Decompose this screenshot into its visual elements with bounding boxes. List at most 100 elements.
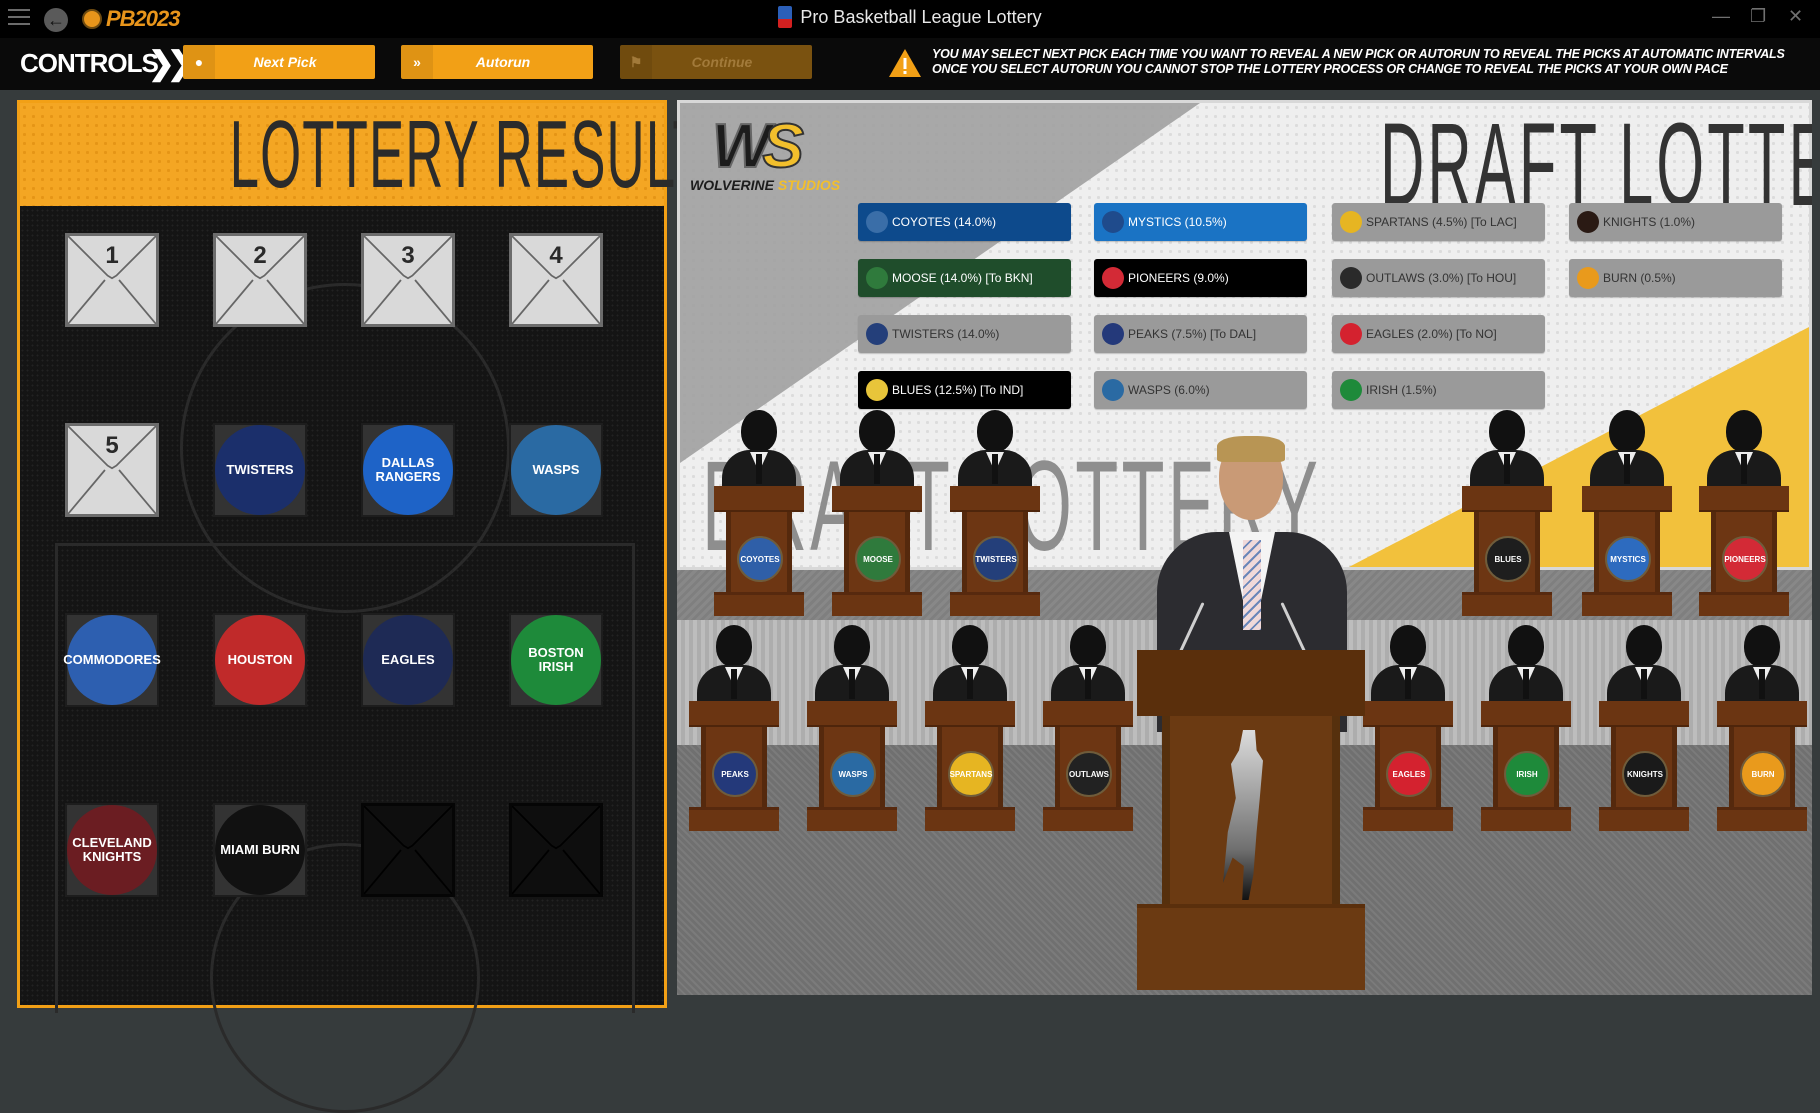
podium: WASPS <box>807 701 897 831</box>
main-podium <box>1137 650 1365 990</box>
odds-button[interactable]: IRISH (1.5%) <box>1332 371 1545 409</box>
team-logo: TWISTERS <box>213 423 307 517</box>
team-representative-silhouette <box>1043 625 1133 707</box>
podium-team-seal: BURN <box>1740 751 1786 797</box>
empty-envelope-icon <box>361 803 455 897</box>
odds-button[interactable]: MOOSE (14.0%) [To BKN] <box>858 259 1071 297</box>
podium-top <box>1717 701 1807 727</box>
silhouette-head <box>1609 410 1645 452</box>
odds-button[interactable]: MYSTICS (10.5%) <box>1094 203 1307 241</box>
podium-team-seal: SPARTANS <box>948 751 994 797</box>
podium-top <box>1699 486 1789 512</box>
odds-button[interactable]: BLUES (12.5%) [To IND] <box>858 371 1071 409</box>
odds-button[interactable]: KNIGHTS (1.0%) <box>1569 203 1782 241</box>
restore-button[interactable]: ❐ <box>1750 6 1766 27</box>
team-representative-silhouette <box>1582 410 1672 492</box>
result-slot-team: HOUSTON <box>213 613 307 707</box>
controls-label: CONTROLS <box>20 48 159 78</box>
podium-base <box>925 807 1015 831</box>
odds-button[interactable]: OUTLAWS (3.0%) [To HOU] <box>1332 259 1545 297</box>
silhouette-head <box>1390 625 1426 667</box>
result-slot-team: BOSTON IRISH <box>509 613 603 707</box>
empty-envelope-icon <box>509 803 603 897</box>
result-slot-envelope: 3 <box>361 233 455 327</box>
draft-stage: WS WOLVERINE STUDIOS DRAFT LOTTERY DRAFT… <box>677 100 1812 995</box>
podium-base <box>1043 807 1133 831</box>
logo-w: W <box>711 111 771 182</box>
silhouette-head <box>1508 625 1544 667</box>
podium-team-seal: KNIGHTS <box>1622 751 1668 797</box>
autorun-button[interactable]: » Autorun <box>401 45 593 79</box>
odds-button[interactable]: TWISTERS (14.0%) <box>858 315 1071 353</box>
minimize-button[interactable]: — <box>1712 6 1730 27</box>
odds-button[interactable]: EAGLES (2.0%) [To NO] <box>1332 315 1545 353</box>
podium: PEAKS <box>689 701 779 831</box>
envelope-icon: 1 <box>65 233 159 327</box>
podium-base <box>832 592 922 616</box>
team-representative-silhouette <box>1699 410 1789 492</box>
odds-button[interactable]: PEAKS (7.5%) [To DAL] <box>1094 315 1307 353</box>
silhouette-tie <box>874 454 880 484</box>
envelope-icon: 5 <box>65 423 159 517</box>
odds-label: KNIGHTS (1.0%) <box>1603 215 1696 229</box>
result-slot-team: MIAMI BURN <box>213 803 307 897</box>
team-logo-badge: BOSTON IRISH <box>511 615 601 705</box>
podium-top <box>1043 701 1133 727</box>
silhouette-tie <box>1759 669 1765 699</box>
podium-top <box>950 486 1040 512</box>
silhouette-tie <box>1641 669 1647 699</box>
silhouette-head <box>716 625 752 667</box>
silhouette-tie <box>1405 669 1411 699</box>
team-representative-silhouette <box>950 410 1040 492</box>
odds-label: MOOSE (14.0%) [To BKN] <box>892 271 1033 285</box>
team-logo: COMMODORES <box>63 613 161 707</box>
result-slot-team: COMMODORES <box>63 613 161 707</box>
lottery-results-title: LOTTERY RESULTS <box>229 101 742 208</box>
team-representative-silhouette <box>714 410 804 492</box>
odds-button[interactable]: COYOTES (14.0%) <box>858 203 1071 241</box>
result-slot-envelope: 4 <box>509 233 603 327</box>
silhouette-head <box>1626 625 1662 667</box>
team-representative-silhouette <box>689 625 779 707</box>
continue-button[interactable]: ⚑ Continue <box>620 45 812 79</box>
podium-team-seal: MOOSE <box>855 536 901 582</box>
odds-button[interactable]: SPARTANS (4.5%) [To LAC] <box>1332 203 1545 241</box>
pick-number: 3 <box>401 242 415 269</box>
team-logo-badge: CLEVELAND KNIGHTS <box>67 805 157 895</box>
league-icon <box>778 6 793 28</box>
brand-name: WOLVERINE <box>690 177 775 193</box>
odds-label: BLUES (12.5%) [To IND] <box>892 383 1024 397</box>
next-pick-button[interactable]: ● Next Pick <box>183 45 375 79</box>
result-slot-team: EAGLES <box>361 613 455 707</box>
silhouette-tie <box>756 454 762 484</box>
podium-base <box>807 807 897 831</box>
team-logo-icon <box>1102 267 1124 289</box>
team-logo-badge: MIAMI BURN <box>215 805 305 895</box>
odds-label: MYSTICS (10.5%) <box>1128 215 1227 229</box>
podium: OUTLAWS <box>1043 701 1133 831</box>
team-representative-silhouette <box>925 625 1015 707</box>
podium-base <box>950 592 1040 616</box>
podium-top <box>1599 701 1689 727</box>
team-logo-icon <box>1340 323 1362 345</box>
team-logo: BOSTON IRISH <box>509 613 603 707</box>
team-logo-icon <box>1340 379 1362 401</box>
team-logo-icon <box>1340 211 1362 233</box>
silhouette-head <box>952 625 988 667</box>
podium: KNIGHTS <box>1599 701 1689 831</box>
close-button[interactable]: ✕ <box>1788 6 1803 27</box>
silhouette-tie <box>1523 669 1529 699</box>
odds-button[interactable]: PIONEERS (9.0%) <box>1094 259 1307 297</box>
podium: PIONEERS <box>1699 486 1789 616</box>
podium-base <box>1363 807 1453 831</box>
odds-button[interactable]: WASPS (6.0%) <box>1094 371 1307 409</box>
team-logo: EAGLES <box>361 613 455 707</box>
podium-top <box>925 701 1015 727</box>
result-slot-team: TWISTERS <box>213 423 307 517</box>
silhouette-head <box>741 410 777 452</box>
play-circle-icon: ● <box>183 45 215 79</box>
logo-s: S <box>762 111 805 182</box>
odds-button[interactable]: BURN (0.5%) <box>1569 259 1782 297</box>
double-chevron-right-icon: ❯❯ <box>148 45 194 81</box>
odds-label: SPARTANS (4.5%) [To LAC] <box>1366 215 1517 229</box>
